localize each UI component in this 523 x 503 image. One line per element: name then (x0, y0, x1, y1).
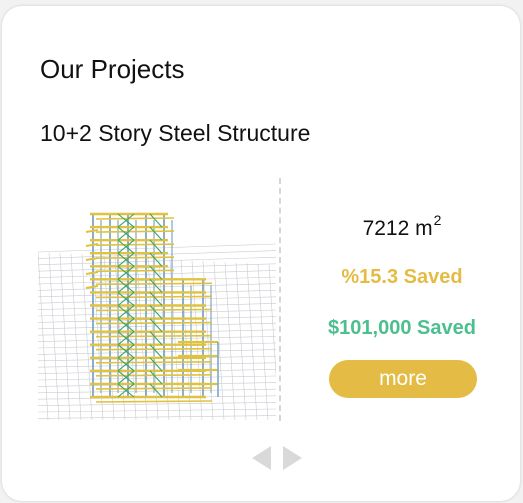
carousel-prev-button[interactable] (249, 444, 275, 472)
chevron-right-icon (283, 446, 302, 470)
chevron-left-icon (252, 446, 271, 470)
steel-structure-icon (37, 212, 291, 421)
structure-render-image (37, 192, 291, 421)
project-title: 10+2 Story Steel Structure (40, 120, 311, 146)
project-card: Our Projects 10+2 Story Steel Structure … (2, 6, 520, 501)
money-saved: $101,000 Saved (328, 317, 476, 339)
area-stat: 7212 m2 (302, 212, 502, 241)
area-value: 7212 m (362, 217, 433, 240)
area-unit-exponent: 2 (433, 212, 442, 228)
vertical-divider (279, 178, 281, 421)
carousel-next-button[interactable] (279, 444, 305, 472)
more-button[interactable]: more (329, 360, 477, 398)
section-title: Our Projects (40, 54, 185, 84)
percent-saved: %15.3 Saved (341, 266, 463, 288)
